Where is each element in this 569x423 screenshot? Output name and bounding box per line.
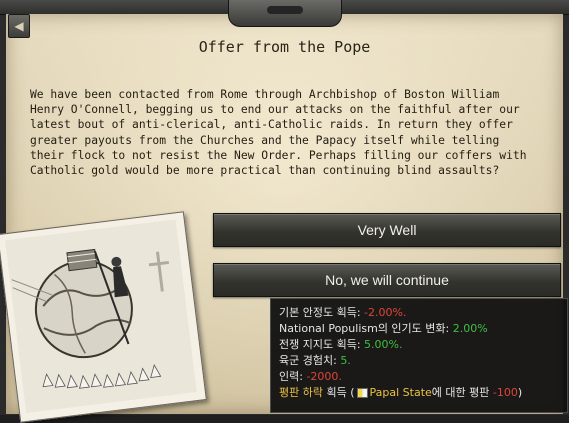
pope-cartoon-illustration xyxy=(4,219,197,413)
opinion-value: -100 xyxy=(492,386,518,399)
manpower-label: 인력: xyxy=(279,370,307,383)
tooltip-manpower-line: 인력: -2000. xyxy=(279,369,567,385)
option-very-well-button[interactable]: Very Well xyxy=(213,213,561,247)
populism-value: 2.00% xyxy=(452,322,488,335)
clipboard-clip xyxy=(228,0,342,27)
stability-value: -2.00%. xyxy=(364,306,407,319)
event-description: We have been contacted from Rome through… xyxy=(30,88,527,178)
war-support-label: 전쟁 지지도 획득: xyxy=(279,338,365,351)
papal-state-flag-icon xyxy=(356,388,368,398)
event-title: Offer from the Pope xyxy=(198,38,371,56)
opinion-close-paren: ) xyxy=(517,386,523,399)
populism-label: National Populism의 인기도 변화: xyxy=(279,322,453,335)
tooltip-populism-line: National Populism의 인기도 변화: 2.00% xyxy=(279,321,567,337)
back-arrow-icon: ◀ xyxy=(14,19,24,33)
opinion-country: Papal State xyxy=(369,386,432,399)
option-continue-button[interactable]: No, we will continue xyxy=(213,263,561,297)
opinion-suffix-text: 에 대한 평판 xyxy=(431,386,493,399)
army-xp-value: 5. xyxy=(340,354,351,367)
tooltip-war-support-line: 전쟁 지지도 획득: 5.00%. xyxy=(279,337,567,353)
war-support-value: 5.00%. xyxy=(364,338,403,351)
tooltip-stability-line: 기본 안정도 획득: -2.00%. xyxy=(279,305,567,321)
opinion-modifier-label: 평판 하락 xyxy=(279,386,323,399)
back-button[interactable]: ◀ xyxy=(8,14,30,38)
opinion-mid-text: 획득 ( xyxy=(322,386,355,399)
manpower-value: -2000. xyxy=(306,370,342,383)
event-window-frame: ◀ Offer from the Pope We have been conta… xyxy=(0,0,569,423)
event-picture xyxy=(0,211,207,423)
army-xp-label: 육군 경험치: xyxy=(279,354,341,367)
tooltip-opinion-line: 평판 하락 획득 ( Papal State에 대한 평판 -100) xyxy=(279,385,567,401)
option-effects-tooltip: 기본 안정도 획득: -2.00%. National Populism의 인기… xyxy=(270,298,568,413)
tooltip-army-xp-line: 육군 경험치: 5. xyxy=(279,353,567,369)
stability-label: 기본 안정도 획득: xyxy=(279,306,365,319)
